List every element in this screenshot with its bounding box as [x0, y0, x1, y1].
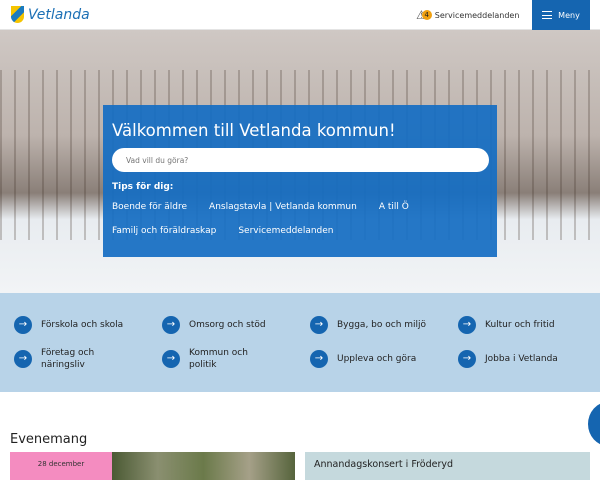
quick-link-label: Kommun och politik — [189, 348, 248, 370]
arrow-right-icon: → — [310, 316, 328, 334]
quick-links: → Förskola och skola → Omsorg och stöd → By… — [0, 293, 600, 392]
site-header: Vetlanda ⚠ 4 Servicemeddelanden Meny — [0, 0, 600, 30]
event-card[interactable]: Annandagskonsert i Fröderyd — [305, 452, 590, 480]
arrow-right-icon: → — [458, 350, 476, 368]
page-title: Välkommen till Vetlanda kommun! — [112, 121, 396, 140]
tips-heading: Tips för dig: — [112, 182, 174, 192]
quick-link-label: Bygga, bo och miljö — [337, 320, 427, 330]
coat-of-arms-icon — [11, 6, 24, 23]
logo-text: Vetlanda — [28, 6, 90, 23]
event-title: Annandagskonsert i Fröderyd — [314, 459, 454, 470]
menu-button[interactable]: Meny — [532, 0, 590, 30]
arrow-right-icon: → — [310, 350, 328, 368]
quick-link[interactable]: → Företag och näringsliv — [14, 347, 114, 371]
service-messages-link[interactable]: ⚠ 4 Servicemeddelanden — [416, 9, 519, 21]
quick-link[interactable]: → Jobba i Vetlanda — [458, 350, 558, 368]
arrow-right-icon: → — [14, 316, 32, 334]
quick-link[interactable]: → Uppleva och göra — [310, 350, 416, 368]
event-date: 28 december — [10, 452, 112, 480]
service-messages-label: Servicemeddelanden — [434, 10, 520, 20]
tip-link[interactable]: Anslagstavla | Vetlanda kommun — [209, 202, 357, 212]
quick-link-label: Uppleva och göra — [337, 354, 417, 364]
quick-link-label: Jobba i Vetlanda — [485, 354, 558, 364]
quick-link[interactable]: → Förskola och skola — [14, 316, 123, 334]
service-count-badge: 4 — [421, 10, 432, 20]
arrow-right-icon: → — [162, 316, 180, 334]
search-input[interactable] — [112, 148, 489, 172]
tip-link[interactable]: A till Ö — [379, 202, 409, 212]
hamburger-icon — [542, 11, 553, 19]
quick-link[interactable]: → Omsorg och stöd — [162, 316, 266, 334]
floating-action-button[interactable] — [588, 402, 600, 446]
quick-link[interactable]: → Kultur och fritid — [458, 316, 555, 334]
menu-label: Meny — [558, 10, 580, 20]
tip-link[interactable]: Servicemeddelanden — [238, 226, 333, 236]
arrow-right-icon: → — [162, 350, 180, 368]
event-image[interactable] — [112, 452, 295, 480]
quick-link[interactable]: → Kommun och politik — [162, 347, 262, 371]
welcome-box: Välkommen till Vetlanda kommun! Tips för… — [103, 105, 497, 257]
logo-link[interactable]: Vetlanda — [11, 6, 90, 23]
quick-link-label: Omsorg och stöd — [189, 320, 266, 330]
events-heading: Evenemang — [10, 432, 88, 447]
quick-link-label: Förskola och skola — [41, 320, 124, 330]
quick-link-label: Kultur och fritid — [485, 320, 555, 330]
arrow-right-icon: → — [14, 350, 32, 368]
quick-link[interactable]: → Bygga, bo och miljö — [310, 316, 426, 334]
tip-link[interactable]: Boende för äldre — [112, 202, 187, 212]
quick-link-label: Företag och näringsliv — [41, 348, 95, 370]
arrow-right-icon: → — [458, 316, 476, 334]
tip-link[interactable]: Familj och föräldraskap — [112, 226, 216, 236]
